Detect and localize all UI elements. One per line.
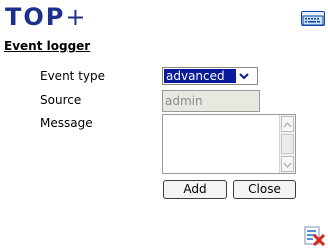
keyboard-icon [302,15,324,26]
edit-close-icon[interactable] [304,226,326,246]
logo-plus: + [65,3,88,31]
event-type-label: Event type [40,69,105,83]
chevron-up-icon [283,121,292,128]
source-label: Source [40,93,82,107]
source-field: admin [162,90,260,112]
chevron-down-icon [283,162,292,169]
app-logo: TOP+ [5,2,87,32]
scroll-up-button[interactable] [281,116,294,132]
chevron-down-icon [239,73,249,80]
message-label: Message [40,116,93,130]
scroll-down-button[interactable] [281,156,294,172]
close-button[interactable]: Close [233,180,296,199]
logo-text: TOP [5,3,66,31]
event-type-select[interactable]: advanced [162,67,258,85]
message-scrollbar[interactable] [279,115,295,173]
message-textarea[interactable] [162,114,296,174]
add-button[interactable]: Add [163,180,227,199]
event-type-value: advanced [164,69,236,83]
scroll-thumb[interactable] [281,134,294,154]
keyboard-button[interactable] [301,11,325,26]
page-title: Event logger [4,39,91,53]
